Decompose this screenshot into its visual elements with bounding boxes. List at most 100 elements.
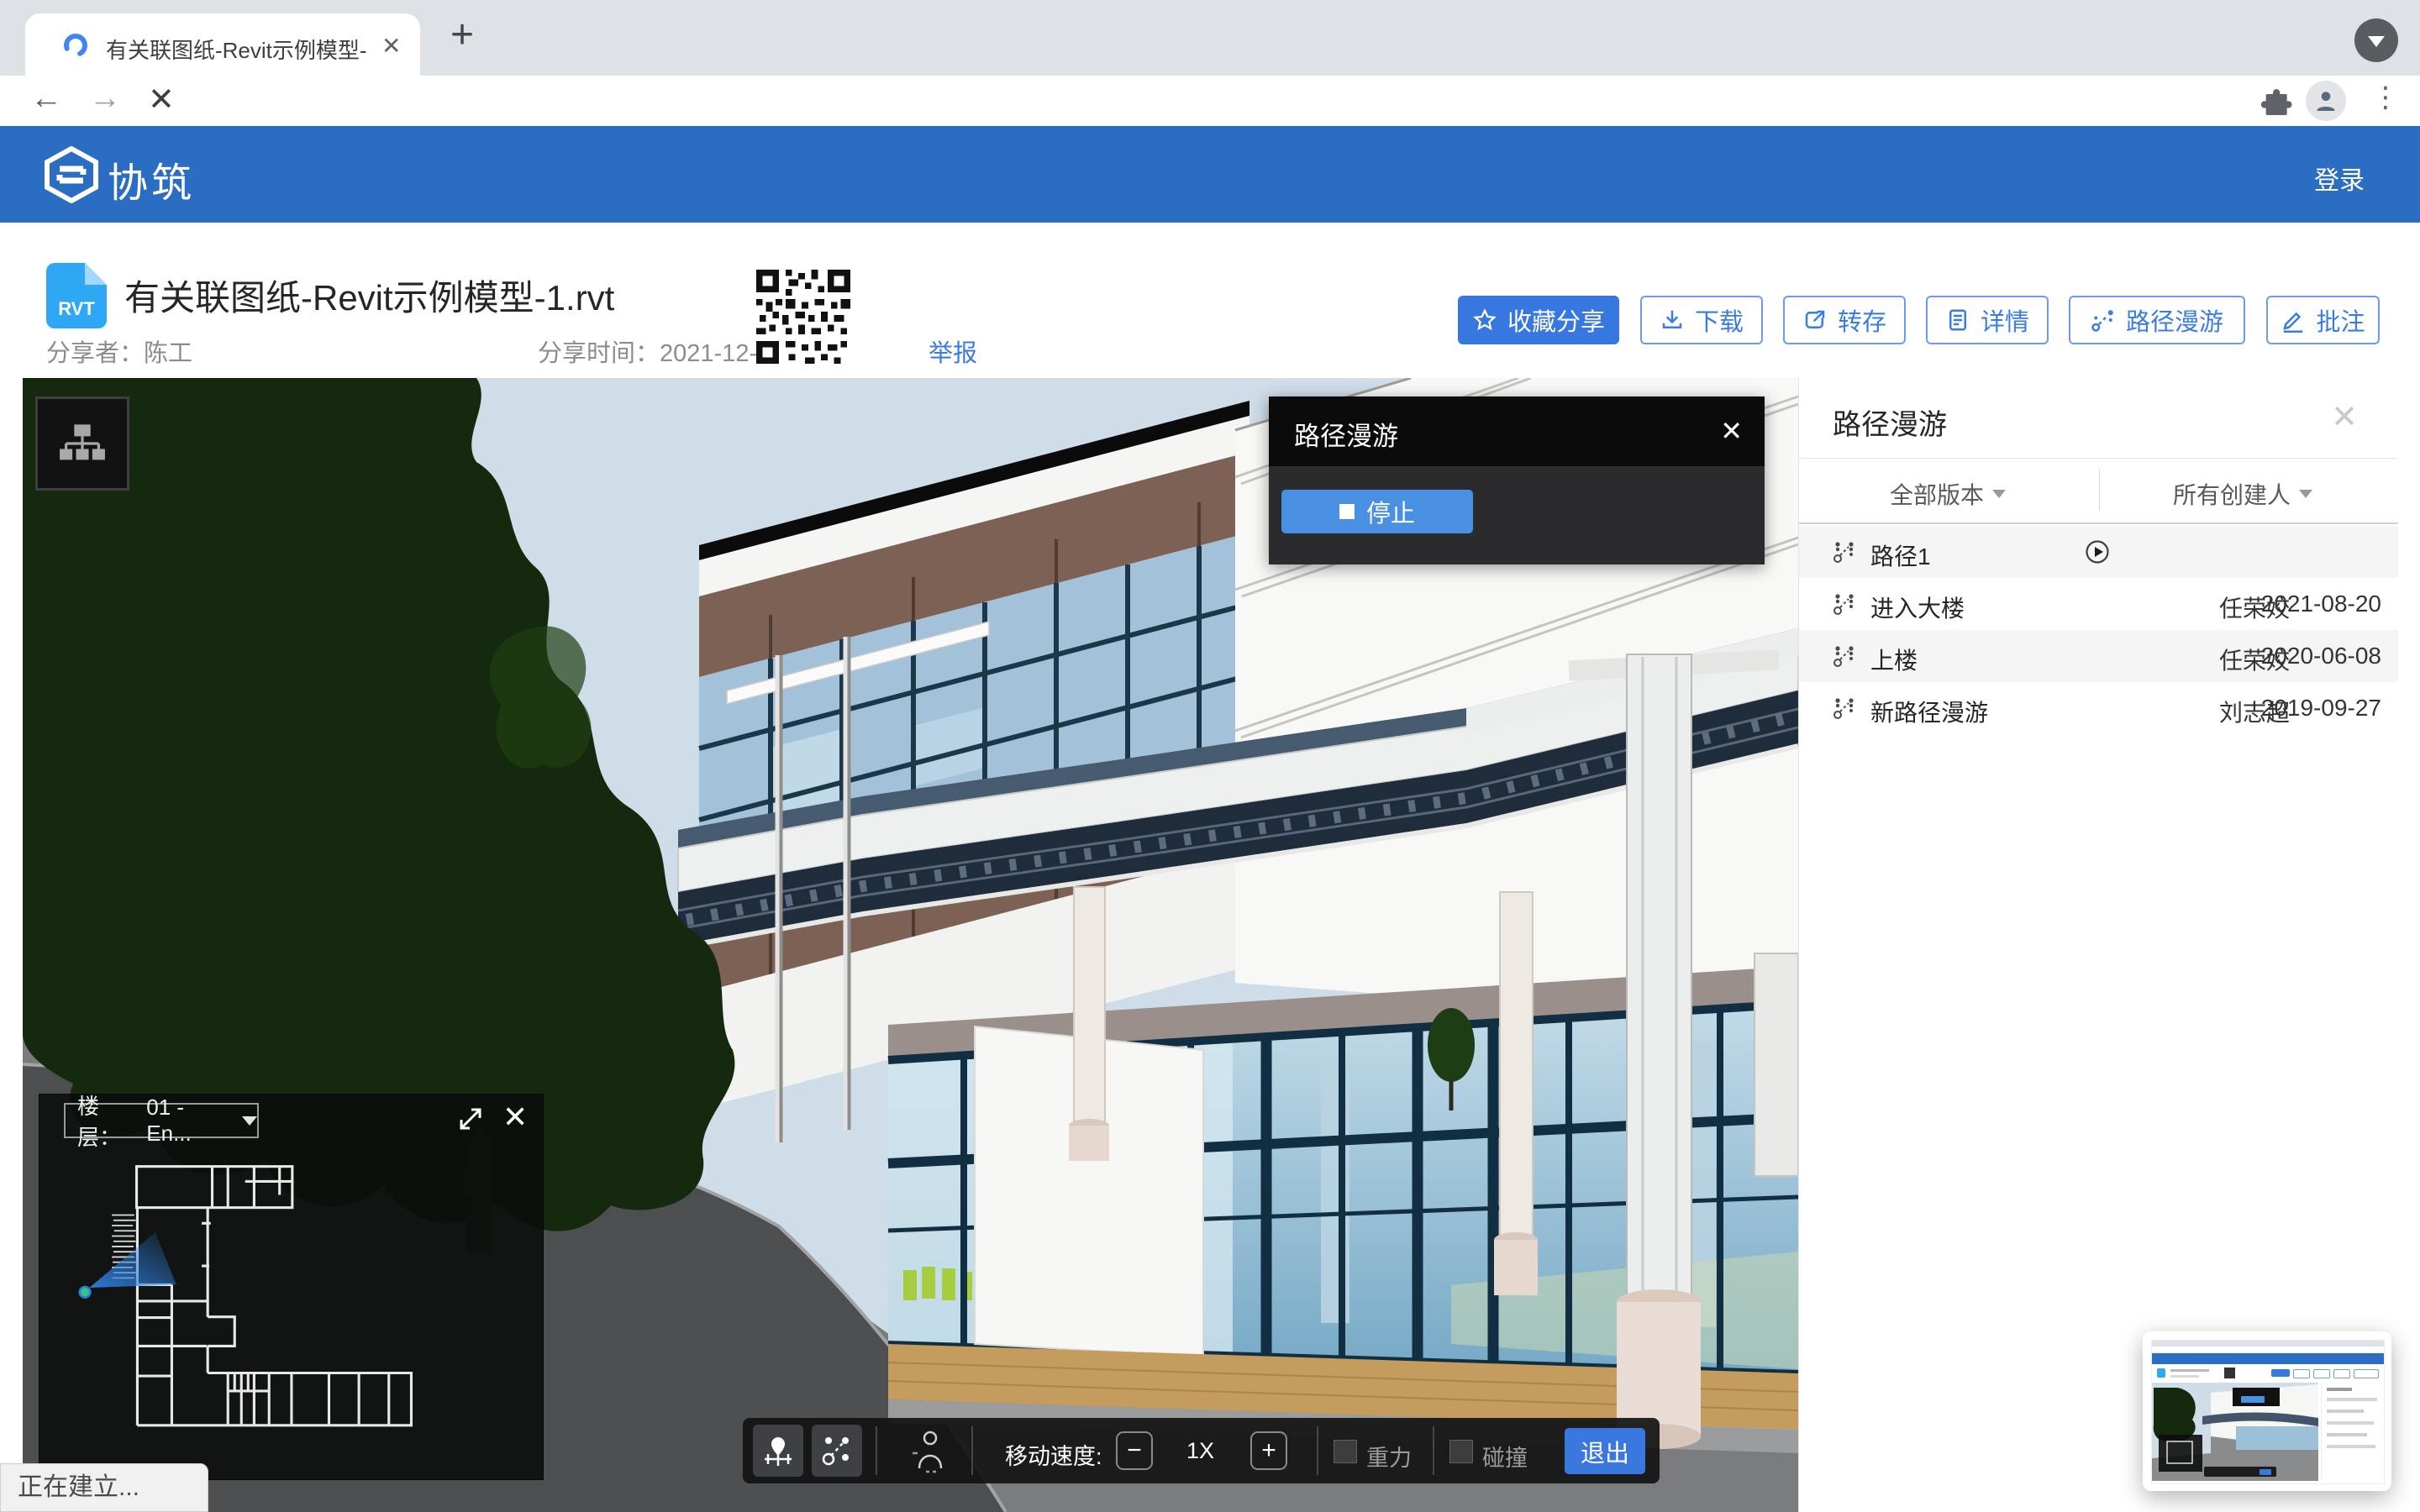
- tab-favicon-loading-icon: [62, 32, 89, 59]
- download-icon: [1660, 307, 1685, 333]
- roam-path-row[interactable]: 新路径漫游 刘志超 2019-09-27: [1799, 682, 2398, 734]
- tab-close-icon[interactable]: ✕: [381, 32, 401, 60]
- play-icon[interactable]: [2085, 539, 2110, 564]
- waypoint-button[interactable]: [753, 1425, 803, 1477]
- path-name: 新路径漫游: [1870, 695, 1988, 728]
- roam-panel-close-icon[interactable]: ✕: [1720, 415, 1743, 447]
- transfer-button[interactable]: 转存: [1783, 296, 1906, 344]
- brand-name[interactable]: 协筑: [108, 150, 195, 208]
- path-roam-icon: [2091, 307, 2116, 333]
- details-button[interactable]: 详情: [1926, 296, 2049, 344]
- path-mode-button[interactable]: [812, 1425, 862, 1477]
- qr-code: [756, 270, 850, 364]
- browser-tab[interactable]: 有关联图纸-Revit示例模型-1.rvt ✕: [25, 13, 420, 76]
- sidebar-filters: 全部版本 所有创建人: [1799, 459, 2398, 522]
- first-person-icon[interactable]: [908, 1428, 953, 1473]
- xiezhu-logo-icon: [44, 146, 99, 203]
- new-tab-button[interactable]: +: [450, 12, 474, 58]
- path-date: 2019-09-27: [2261, 695, 2381, 722]
- hierarchy-icon: [59, 420, 106, 467]
- walkthrough-toolbar: 移动速度: − 1X + 重力 碰撞 退出: [743, 1418, 1660, 1483]
- roam-path-row[interactable]: 进入大楼 任荣姣 2021-08-20: [1799, 578, 2398, 630]
- back-icon[interactable]: ←: [30, 81, 62, 117]
- extensions-puzzle-icon[interactable]: [2260, 86, 2294, 119]
- expand-icon[interactable]: [456, 1105, 485, 1133]
- speed-value: 1X: [1186, 1438, 1214, 1464]
- annotate-button[interactable]: 批注: [2266, 296, 2380, 344]
- pen-icon: [2281, 307, 2306, 333]
- document-title: 有关联图纸-Revit示例模型-1.rvt: [124, 270, 614, 321]
- download-button[interactable]: 下载: [1640, 296, 1763, 344]
- path-item-icon: [1833, 592, 1856, 616]
- toolbar-divider: [1433, 1426, 1434, 1475]
- pip-mini-page: [2151, 1340, 2385, 1484]
- sharer-info: 分享者：陈工: [46, 333, 192, 369]
- divider: [2099, 469, 2100, 511]
- chevron-down-icon: [1992, 490, 2006, 498]
- gravity-checkbox[interactable]: [1334, 1440, 1357, 1463]
- toolbar-divider: [876, 1426, 877, 1475]
- sidebar-close-icon[interactable]: ✕: [2331, 398, 2358, 436]
- path-date: 2020-06-08: [2261, 643, 2381, 669]
- share-time-info: 分享时间：2021-12-29: [538, 333, 784, 369]
- roam-panel-title: 路径漫游: [1294, 415, 1398, 453]
- roam-panel-body: 停止: [1269, 466, 1765, 564]
- report-link[interactable]: 举报: [929, 333, 977, 369]
- export-icon: [1802, 307, 1828, 333]
- floor-selector[interactable]: 楼层：01 - En...: [64, 1103, 259, 1138]
- toolbar-divider: [971, 1426, 973, 1475]
- status-bubble: 正在建立...: [0, 1463, 208, 1512]
- minimap-panel: 楼层：01 - En... ✕: [39, 1094, 544, 1480]
- collision-label: 碰撞: [1482, 1440, 1528, 1473]
- document-icon: [1945, 307, 1970, 333]
- roam-panel-header[interactable]: 路径漫游 ✕: [1269, 396, 1765, 466]
- speed-plus-button[interactable]: +: [1250, 1431, 1287, 1470]
- path-item-icon: [1833, 644, 1856, 668]
- tab-search-icon[interactable]: [2354, 18, 2398, 62]
- profile-avatar[interactable]: [2306, 81, 2346, 121]
- path-date: 2021-08-20: [2261, 591, 2381, 617]
- browser-toolbar: ← → ✕ xz.glodon.com/document/token/gKIxB…: [0, 76, 2420, 126]
- gravity-label: 重力: [1366, 1440, 1412, 1473]
- chevron-down-icon: [242, 1116, 257, 1126]
- pip-mini-scene: [2152, 1383, 2318, 1481]
- waypoint-pin-icon: [761, 1434, 795, 1467]
- exit-walkthrough-button[interactable]: 退出: [1565, 1428, 1645, 1474]
- browser-menu-icon[interactable]: ⋮: [2371, 81, 2400, 114]
- creator-filter-dropdown[interactable]: 所有创建人: [2173, 477, 2312, 511]
- speed-label: 移动速度:: [1005, 1438, 1102, 1471]
- path-item-icon: [1833, 696, 1856, 720]
- path-name: 路径1: [1870, 538, 1931, 572]
- page: 有关联图纸-Revit示例模型-1.rvt ✕ + ← → ✕ xz.glodo…: [0, 0, 2420, 1512]
- floor-plan: [39, 1137, 543, 1479]
- sidebar-title: 路径漫游: [1833, 402, 1947, 443]
- camera-position-dot: [80, 1287, 90, 1297]
- stop-square-icon: [1339, 504, 1355, 519]
- forward-icon[interactable]: →: [89, 81, 121, 117]
- collision-checkbox[interactable]: [1449, 1440, 1473, 1463]
- path-name: 进入大楼: [1870, 591, 1965, 624]
- model-viewer[interactable]: 路径漫游 ✕ 停止 楼层：01 - En... ✕: [23, 378, 1798, 1512]
- divider: [1799, 522, 2398, 524]
- chevron-down-icon: [2299, 490, 2312, 498]
- minimap-close-icon[interactable]: ✕: [502, 1100, 528, 1135]
- pip-preview[interactable]: [2143, 1331, 2391, 1491]
- app-header: 协筑 登录: [0, 126, 2420, 223]
- path-points-icon: [820, 1434, 854, 1467]
- rvt-file-icon: RVT: [46, 263, 107, 328]
- version-filter-dropdown[interactable]: 全部版本: [1890, 477, 2006, 511]
- stop-icon[interactable]: ✕: [148, 81, 175, 118]
- speed-minus-button[interactable]: −: [1116, 1431, 1153, 1470]
- star-icon: [1472, 307, 1497, 333]
- roam-path-row[interactable]: 路径1: [1799, 526, 2398, 578]
- model-tree-button[interactable]: [35, 396, 129, 491]
- path-roam-button[interactable]: 路径漫游: [2069, 296, 2245, 344]
- favorite-share-button[interactable]: 收藏分享: [1458, 296, 1619, 344]
- stop-roam-button[interactable]: 停止: [1281, 490, 1473, 533]
- browser-tab-strip: 有关联图纸-Revit示例模型-1.rvt ✕ +: [0, 0, 2420, 76]
- path-name: 上楼: [1870, 643, 1918, 676]
- roam-path-row[interactable]: 上楼 任荣姣 2020-06-08: [1799, 630, 2398, 682]
- login-button[interactable]: 登录: [2314, 160, 2365, 197]
- document-header: RVT 有关联图纸-Revit示例模型-1.rvt 分享者：陈工 分享时间：20…: [0, 223, 2420, 378]
- path-item-icon: [1833, 540, 1856, 564]
